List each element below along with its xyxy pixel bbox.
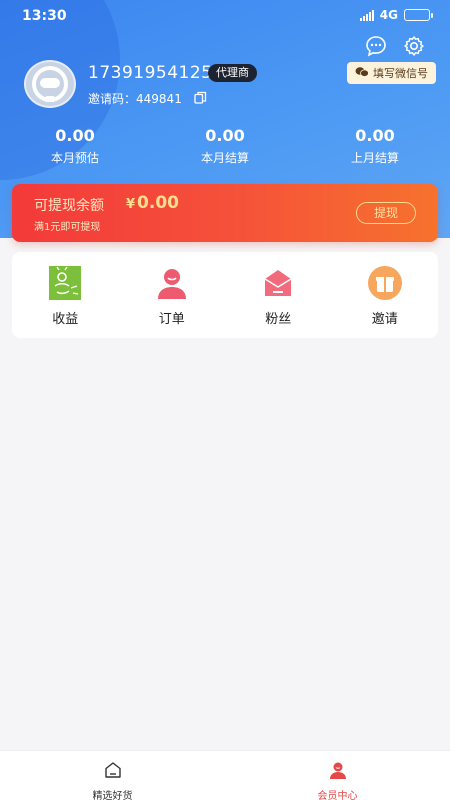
chat-bubble-icon[interactable] [364, 34, 388, 58]
tab-label: 精选好货 [92, 791, 133, 800]
copy-icon[interactable] [194, 91, 207, 107]
menu-label: 收益 [52, 312, 79, 327]
header-actions [364, 34, 426, 58]
withdrawable-balance-card: 可提现余额 ¥0.00 满1元即可提现 提现 [12, 184, 438, 242]
gear-icon[interactable] [402, 34, 426, 58]
menu-item-earnings[interactable]: 收益 [12, 252, 119, 338]
stat-value: 0.00 [355, 126, 395, 145]
status-bar: 13:30 4G [0, 0, 450, 32]
stat-last-month-settled[interactable]: 0.00 上月结算 [300, 126, 450, 170]
stat-label: 上月结算 [350, 151, 399, 165]
role-badge: 代理商 [208, 64, 257, 82]
menu-item-fans[interactable]: 粉丝 [225, 252, 332, 338]
invite-code-row: 邀请码：449841 [88, 90, 207, 107]
tab-member-center[interactable]: 会员中心 [225, 751, 450, 800]
status-time: 13:30 [22, 8, 67, 24]
home-icon [104, 761, 122, 783]
stat-this-month-estimate[interactable]: 0.00 本月预估 [0, 126, 150, 170]
menu-item-invite[interactable]: 邀请 [332, 252, 439, 338]
user-phone: 17391954125 [88, 63, 213, 83]
balance-value: 0.00 [137, 193, 179, 213]
status-indicators: 4G [359, 8, 433, 22]
stats-row: 0.00 本月预估 0.00 本月结算 0.00 上月结算 [0, 126, 450, 170]
stat-value: 0.00 [205, 126, 245, 145]
balance-title: 可提现余额 [34, 198, 104, 214]
avatar-icon[interactable] [24, 60, 76, 108]
withdraw-button[interactable]: 提现 [356, 202, 416, 224]
function-menu: 收益 订单 粉丝 邀请 [12, 252, 438, 338]
orders-icon [155, 266, 189, 300]
fans-icon [261, 266, 295, 300]
stat-label: 本月预估 [50, 151, 99, 165]
stat-this-month-settled[interactable]: 0.00 本月结算 [150, 126, 300, 170]
stat-value: 0.00 [55, 126, 95, 145]
stat-label: 本月结算 [200, 151, 249, 165]
earnings-icon [48, 266, 82, 300]
menu-label: 粉丝 [265, 312, 292, 327]
balance-amount: ¥0.00 [126, 193, 179, 213]
profile-section: 17391954125 代理商 邀请码：449841 [24, 60, 424, 110]
menu-label: 邀请 [371, 312, 398, 327]
bottom-tab-bar: 精选好货 会员中心 [0, 750, 450, 800]
signal-icon [359, 9, 374, 21]
member-icon [329, 761, 347, 783]
currency-symbol: ¥ [126, 197, 136, 212]
battery-icon [404, 9, 433, 21]
tab-featured-goods[interactable]: 精选好货 [0, 751, 225, 800]
menu-label: 订单 [158, 312, 185, 327]
invite-label: 邀请码： [88, 92, 137, 106]
balance-hint: 满1元即可提现 [34, 222, 101, 233]
invite-icon [367, 266, 402, 300]
menu-item-orders[interactable]: 订单 [119, 252, 226, 338]
network-type: 4G [379, 8, 398, 22]
invite-code: 449841 [136, 92, 182, 106]
tab-label: 会员中心 [317, 791, 358, 800]
